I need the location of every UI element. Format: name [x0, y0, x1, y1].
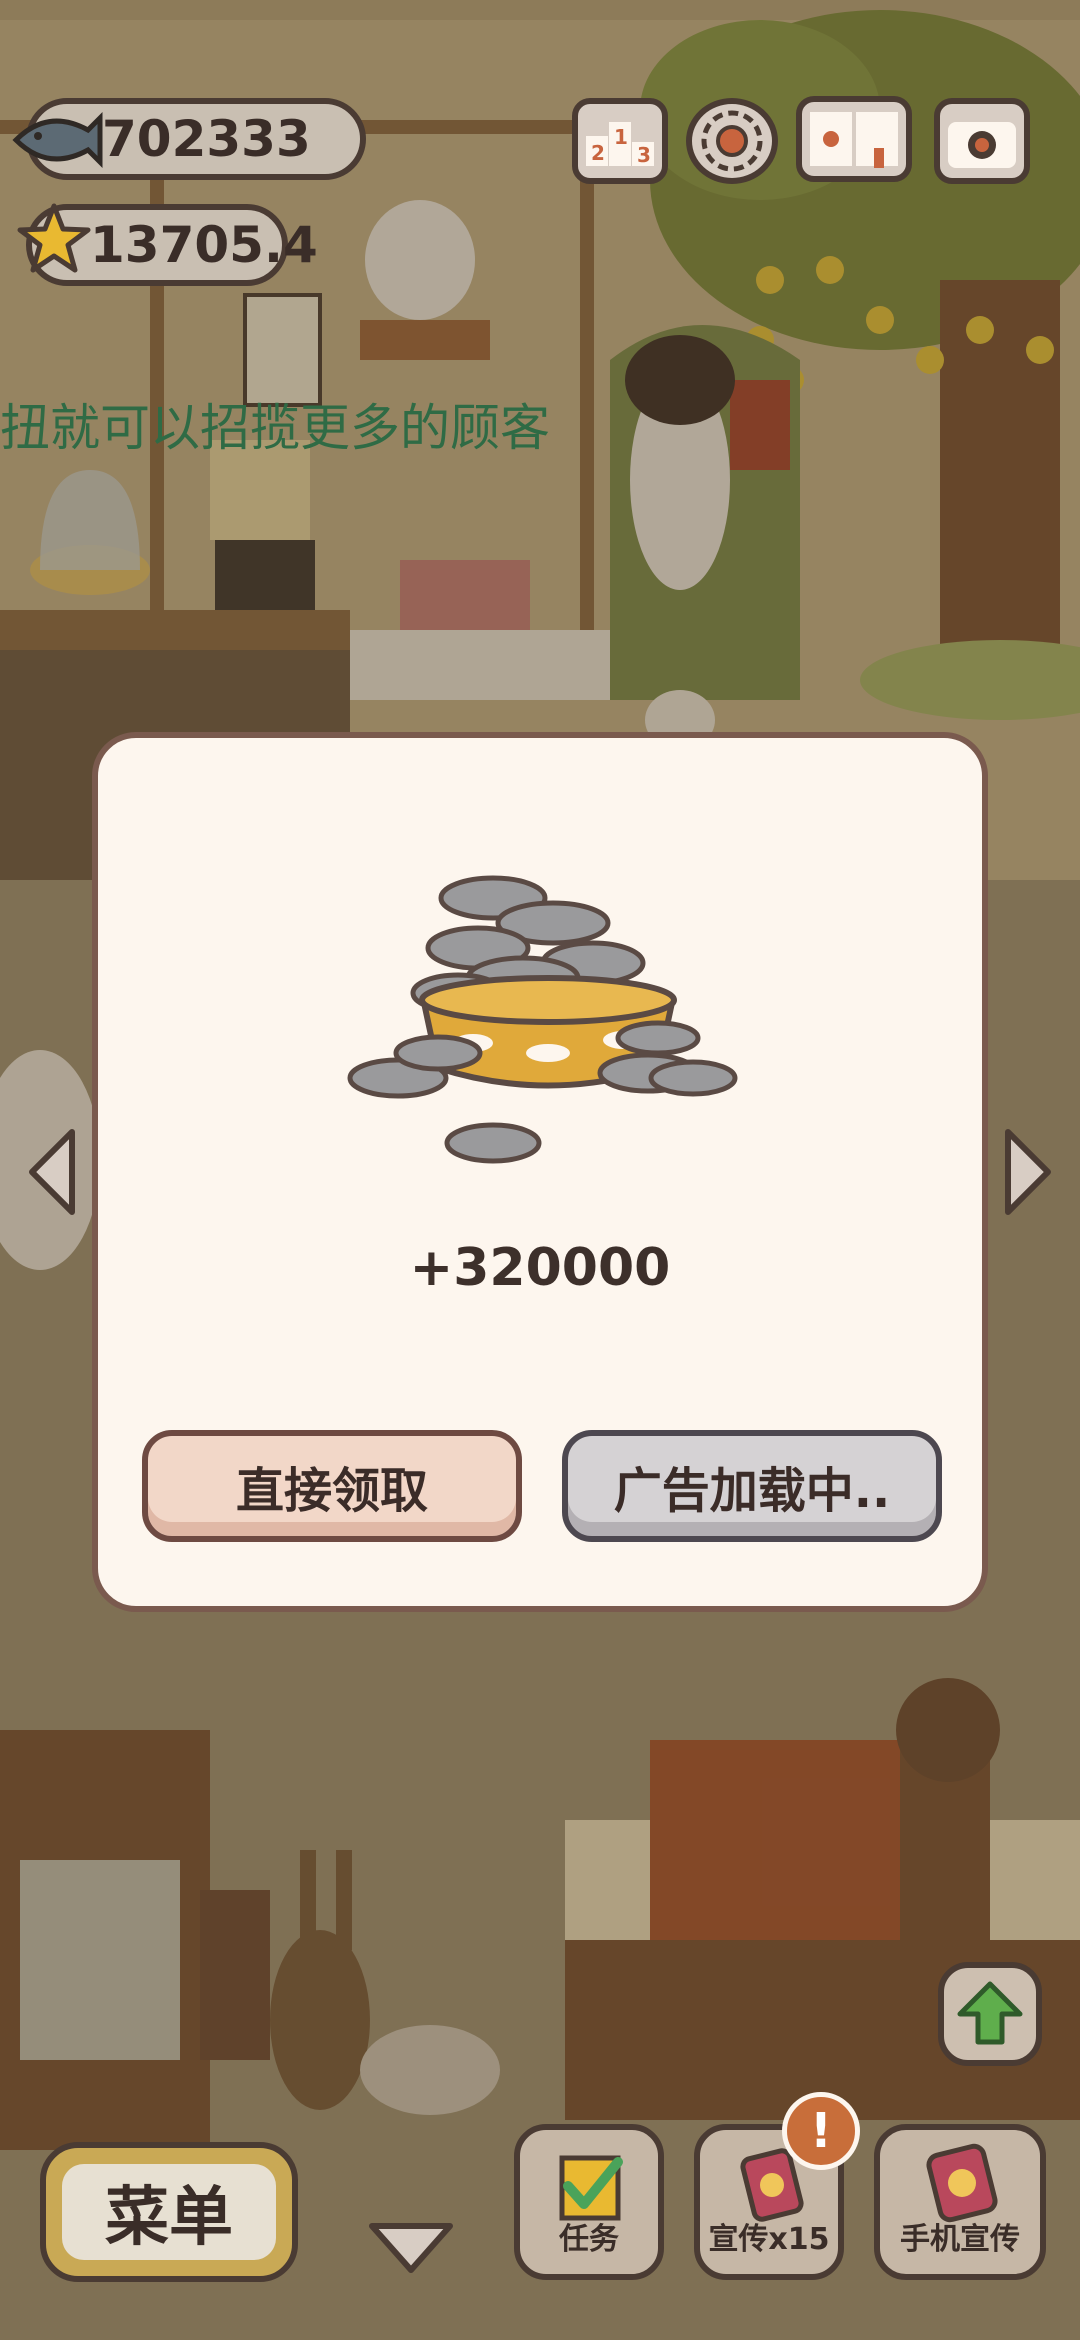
scroll-right-arrow-icon[interactable]	[996, 1124, 1058, 1220]
tasks-button[interactable]: 任务	[514, 2124, 664, 2280]
fish-icon	[12, 111, 103, 169]
promote-label: 宣传x15	[708, 2222, 830, 2257]
gear-icon	[701, 110, 763, 172]
menu-label: 菜单	[62, 2164, 276, 2260]
svg-text:1: 1	[614, 125, 628, 149]
reward-dialog: +320000 直接领取 广告加载中..	[92, 732, 988, 1612]
claim-button[interactable]: 直接领取	[142, 1430, 522, 1542]
camera-icon	[948, 122, 1016, 168]
star-icon	[17, 203, 91, 273]
svg-text:3: 3	[637, 143, 651, 167]
notification-badge: !	[782, 2092, 860, 2170]
guide-book-icon	[810, 112, 898, 168]
ranking-icon: 2 1 3	[586, 122, 654, 167]
menu-button[interactable]: 菜单	[40, 2142, 298, 2282]
svg-text:2: 2	[591, 141, 605, 165]
fish-count: 702333	[102, 110, 311, 168]
fish-bowl-icon	[347, 875, 738, 1164]
up-arrow-icon	[957, 1981, 1023, 2045]
expand-up-button[interactable]	[938, 1962, 1042, 2066]
ranking-button[interactable]: 2 1 3	[572, 98, 668, 184]
collapse-arrow-icon[interactable]	[366, 2218, 456, 2276]
phone-promote-label: 手机宣传	[900, 2222, 1020, 2257]
scroll-left-arrow-icon[interactable]	[22, 1124, 84, 1220]
tip-marquee: 扭就可以招揽更多的顾客	[0, 399, 550, 457]
camera-button[interactable]	[934, 98, 1030, 184]
star-count: 13705.4	[90, 216, 318, 274]
phone-promote-button[interactable]: 手机宣传	[874, 2124, 1046, 2280]
tasks-label: 任务	[559, 2222, 619, 2257]
reward-amount: +320000	[409, 1238, 671, 1298]
watch-ad-button[interactable]: 广告加载中..	[562, 1430, 942, 1542]
guide-book-button[interactable]	[796, 96, 912, 182]
settings-button[interactable]	[686, 98, 778, 184]
